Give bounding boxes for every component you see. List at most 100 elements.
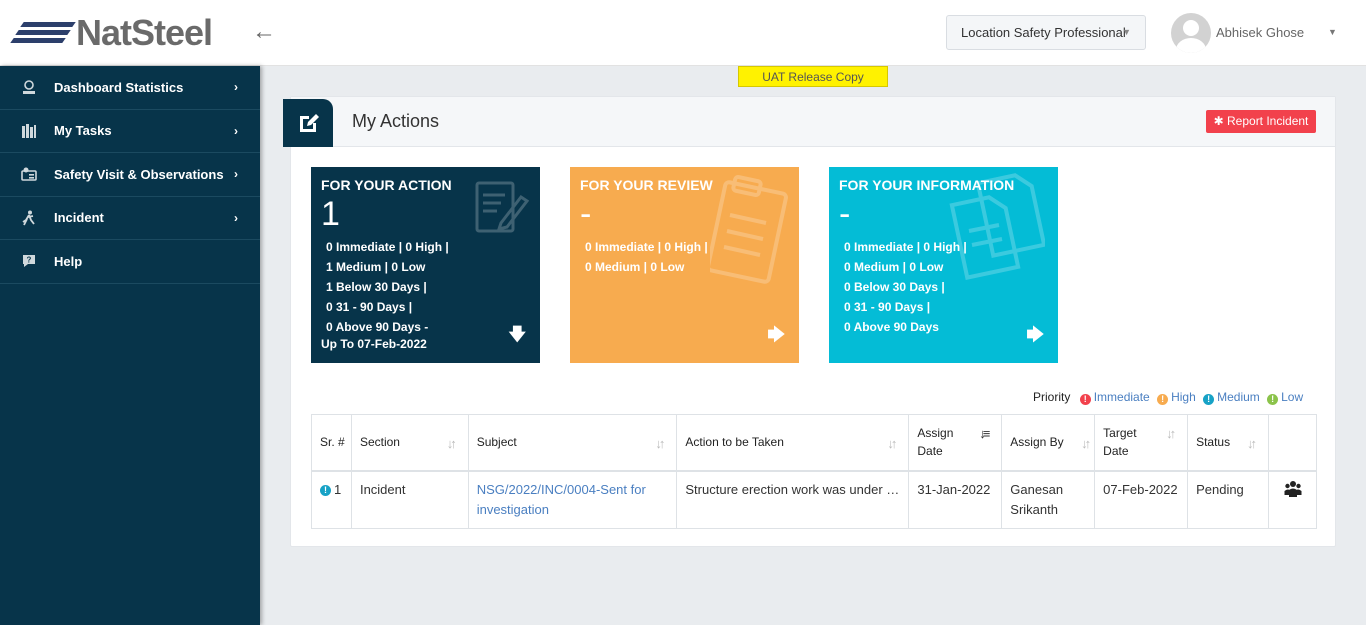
chevron-right-icon: › [234,80,238,94]
sort-icon: ↓↑ [1081,436,1091,451]
card-line: 1 Medium | 0 Low [326,260,426,274]
sort-icon: ↓↑ [655,436,665,451]
card-line: 0 Above 90 Days [844,320,939,334]
sort-icon: ↓↑ [446,436,457,451]
subject-link[interactable]: NSG/2022/INC/0004-Sent for investigation [477,482,646,517]
cell-status: Pending [1187,470,1269,529]
legend-high: High [1171,390,1196,404]
sidebar-item-label: Incident [54,210,104,226]
natsteel-logo[interactable]: NatSteel [10,12,213,53]
low-priority-icon: ! [1267,394,1279,405]
running-person-icon: ✱ [1213,114,1224,128]
priority-legend-label: Priority [1033,390,1071,404]
tasks-icon [20,123,38,139]
dashboard-icon [20,79,38,95]
card-title: FOR YOUR REVIEW [580,177,713,193]
sidebar-item-help[interactable]: ? Help [0,240,260,284]
report-incident-label: Report Incident [1227,114,1309,128]
arrow-down-icon[interactable]: 🡇 [509,322,526,351]
back-arrow-icon[interactable]: ← [252,20,276,44]
medium-priority-icon: ! [320,484,331,496]
page-title: My Actions [352,111,440,131]
card-line: 0 Immediate | 0 High | [844,240,967,254]
sidebar-item-safety-visit-observations[interactable]: Safety Visit & Observations › [0,153,260,197]
for-your-information-card[interactable]: FOR YOUR INFORMATION - 0 Immediate | 0 H… [829,167,1058,363]
card-line: 0 Medium | 0 Low [844,260,944,274]
sort-icon: ↓↑ [887,436,897,451]
card-line: 0 Medium | 0 Low [585,260,685,274]
uat-release-badge: UAT Release Copy [738,66,888,87]
card-breakdown: 0 Immediate | 0 High | 1 Medium | 0 Low … [321,237,530,337]
sort-desc-icon: ↓≡ [979,426,990,441]
col-header-sr[interactable]: Sr. # [311,414,352,472]
cell-sr: ! 1 [311,470,352,529]
sidebar-item-dashboard-statistics[interactable]: Dashboard Statistics › [0,66,260,110]
card-footer-date: Up To 07-Feb-2022 [321,337,427,351]
card-title: FOR YOUR ACTION [321,177,452,193]
edit-icon [283,99,333,147]
cell-subject: NSG/2022/INC/0004-Sent for investigation [467,470,678,529]
cell-assign-by: Ganesan Srikanth [1001,470,1096,529]
card-line: 0 Immediate | 0 High | [585,240,708,254]
card-line: 0 31 - 90 Days | [844,300,931,314]
col-header-section[interactable]: Section ↓↑ [350,414,469,472]
legend-immediate: Immediate [1093,390,1150,404]
logo-text: NatSteel [76,12,213,53]
legend-low: Low [1281,390,1304,404]
cell-assign-date: 31-Jan-2022 [908,470,1003,529]
sidebar-item-label: Dashboard Statistics [54,79,184,95]
arrow-right-icon[interactable]: 🡆 [1026,322,1044,351]
top-header: NatSteel ← Location Safety Professional … [0,0,1366,66]
card-line: 1 Below 30 Days | [326,280,427,294]
user-menu-caret-icon[interactable]: ▼ [1328,27,1337,37]
cell-target-date: 07-Feb-2022 [1094,470,1189,529]
medium-priority-icon: ! [1203,394,1215,405]
card-line: 0 Above 90 Days - [326,320,429,334]
legend-medium: Medium [1217,390,1260,404]
card-breakdown: 0 Immediate | 0 High | 0 Medium | 0 Low … [839,237,1048,337]
cell-section: Incident [350,470,469,529]
help-icon: ? [20,253,38,269]
user-avatar[interactable] [1171,13,1211,53]
col-header-actions [1268,414,1317,472]
col-header-subject[interactable]: Subject ↓↑ [467,414,678,472]
card-line: 0 Immediate | 0 High | [326,240,449,254]
incident-icon [20,210,38,226]
investigation-team-icon[interactable] [1284,480,1302,501]
col-header-assign-date[interactable]: Assign Date ↓≡ [908,414,1003,472]
report-incident-button[interactable]: ✱ Report Incident [1206,110,1316,133]
table-header-row: Sr. # Section ↓↑ Subject ↓↑ Action to be T… [311,414,1317,472]
chevron-right-icon: › [234,167,238,181]
for-your-review-card[interactable]: FOR YOUR REVIEW - 0 Immediate | 0 High |… [570,167,799,363]
svg-text:?: ? [27,256,32,265]
card-line: 0 Below 30 Days | [844,280,945,294]
logo-mark-icon [10,16,76,50]
panel-header: My Actions ✱ Report Incident [283,97,1335,147]
table-row[interactable]: ! 1 Incident NSG/2022/INC/0004-Sent for i… [311,470,1317,529]
role-select[interactable]: Location Safety Professional ▼ [946,15,1146,50]
user-name[interactable]: Abhisek Ghose [1216,25,1304,40]
cell-row-action [1268,470,1317,529]
sidebar: Dashboard Statistics › My Tasks › Safety… [0,66,260,625]
card-title: FOR YOUR INFORMATION [839,177,1015,193]
high-priority-icon: ! [1157,394,1169,405]
card-count: 1 [321,195,340,233]
card-count: - [580,195,592,233]
sidebar-item-incident[interactable]: Incident › [0,197,260,240]
immediate-priority-icon: ! [1079,394,1091,405]
col-header-status[interactable]: Status ↓↑ [1187,414,1269,472]
col-header-assign-by[interactable]: Assign By ↓↑ [1001,414,1096,472]
sort-icon: ↓↑ [1247,436,1257,451]
actions-table: Sr. # Section ↓↑ Subject ↓↑ Action to be T… [311,414,1317,529]
sidebar-item-my-tasks[interactable]: My Tasks › [0,110,260,153]
col-header-target-date[interactable]: Target Date ↓↑ [1094,414,1189,472]
sidebar-item-label: Safety Visit & Observations [54,166,224,182]
role-select-value: Location Safety Professional [961,25,1126,40]
sidebar-item-label: My Tasks [54,123,112,139]
col-header-action[interactable]: Action to be Taken ↓↑ [676,414,910,472]
for-your-action-card[interactable]: FOR YOUR ACTION 1 0 Immediate | 0 High |… [311,167,540,363]
priority-legend: Priority ! Immediate ! High ! Medium ! Low [1033,390,1305,405]
safety-visit-icon [20,166,38,182]
arrow-right-icon[interactable]: 🡆 [767,322,785,351]
card-line: 0 31 - 90 Days | [326,300,413,314]
